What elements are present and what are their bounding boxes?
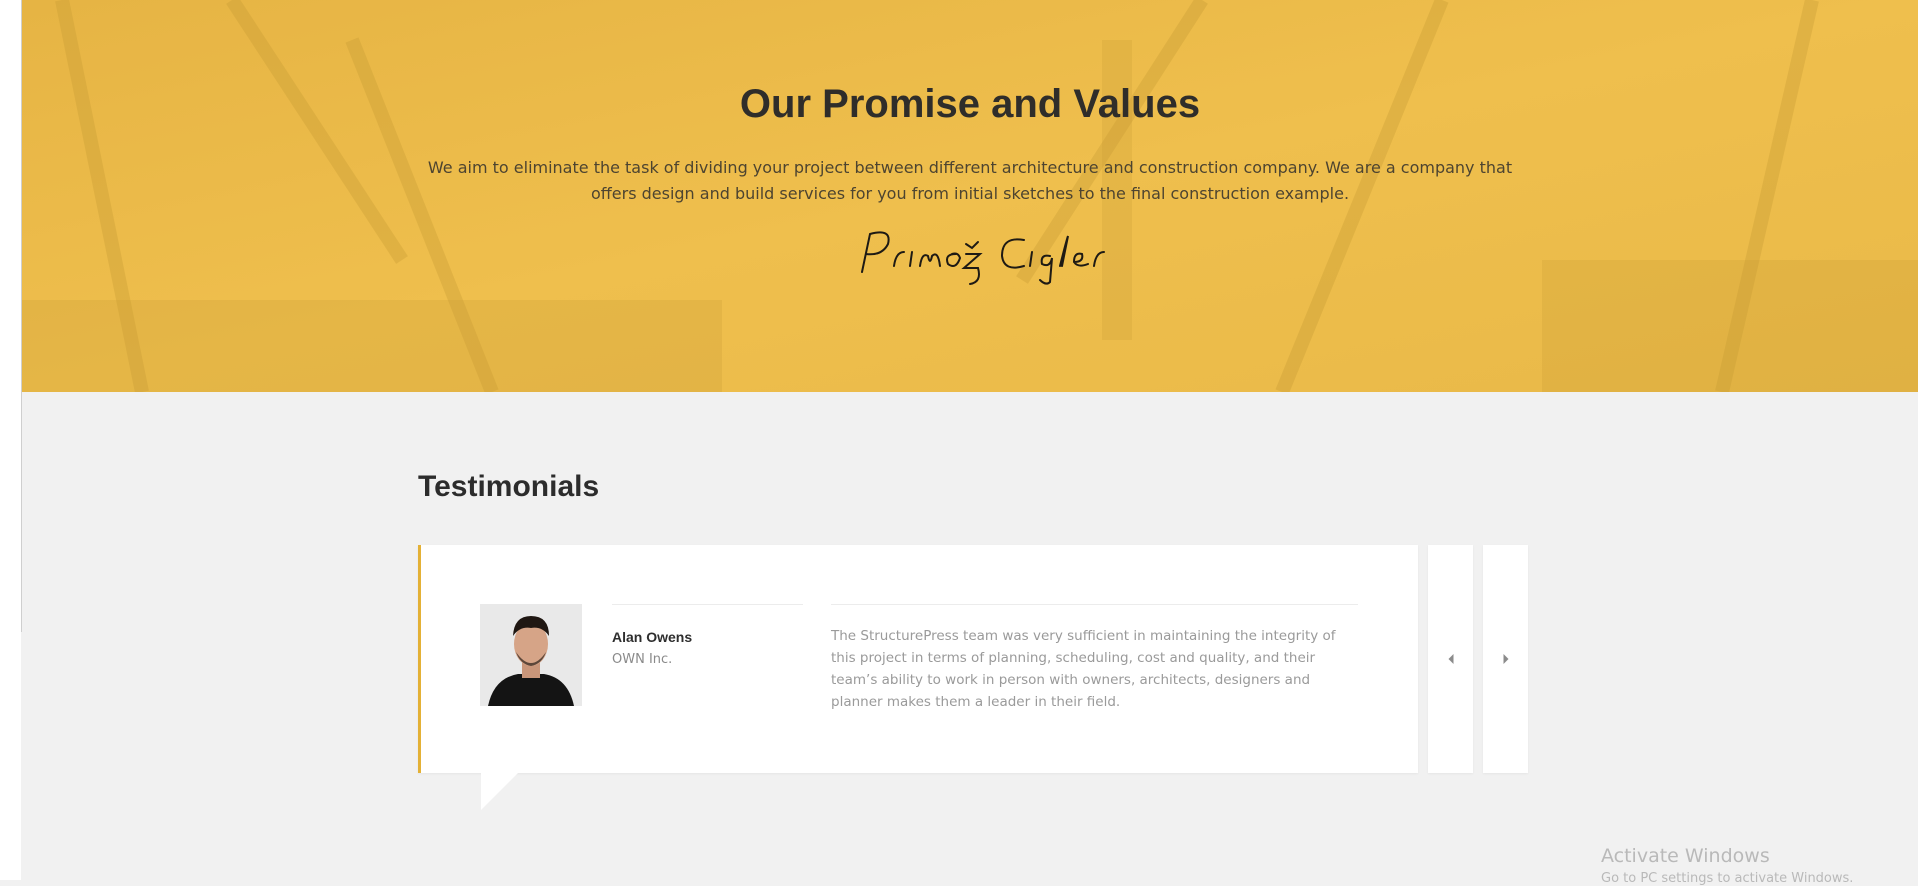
hero-description: We aim to eliminate the task of dividing…: [427, 158, 1513, 203]
testimonial-author-name: Alan Owens: [612, 629, 693, 645]
signature-image: [861, 231, 1105, 285]
name-divider: [612, 604, 803, 605]
hero-title: Our Promise and Values: [739, 82, 1201, 126]
testimonial-author-company: OWN Inc.: [612, 652, 673, 667]
quote-divider: [831, 604, 1358, 605]
caret-left-icon: [1448, 654, 1453, 664]
activate-windows-watermark: Activate Windows Go to PC settings to ac…: [1601, 845, 1853, 886]
testimonial-quote: The StructurePress team was very suffici…: [831, 628, 1336, 710]
previous-testimonial-button[interactable]: [1428, 545, 1473, 773]
testimonial-card: Alan Owens OWN Inc. The StructurePress t…: [418, 545, 1418, 773]
watermark-title: Activate Windows: [1601, 845, 1770, 867]
watermark-subtitle: Go to PC settings to activate Windows.: [1601, 871, 1854, 886]
next-testimonial-button[interactable]: [1483, 545, 1528, 773]
avatar: [480, 604, 582, 706]
caret-right-icon: [1503, 654, 1508, 664]
testimonials-heading: Testimonials: [418, 470, 600, 503]
promise-hero-section: Our Promise and Values We aim to elimina…: [22, 0, 1918, 392]
speech-bubble-tail: [481, 773, 518, 810]
left-page-margin: [0, 0, 22, 880]
